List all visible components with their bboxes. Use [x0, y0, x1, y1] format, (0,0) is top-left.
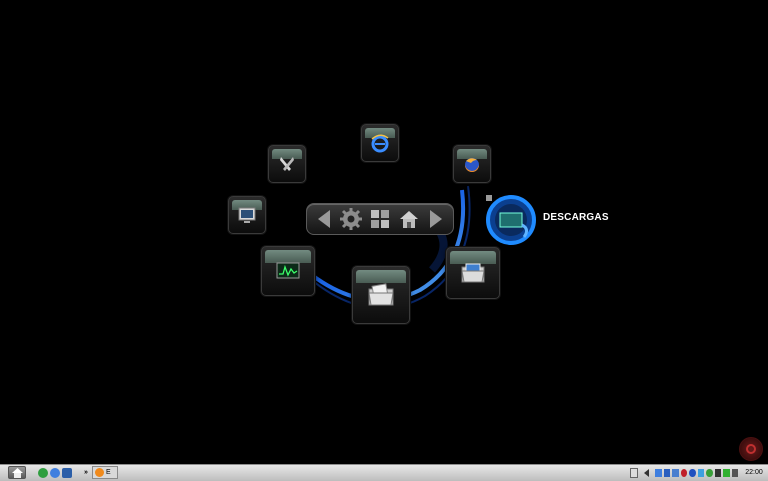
tools-tile[interactable] — [268, 145, 306, 183]
quick-launch-more[interactable]: » — [82, 466, 90, 479]
chrome-icon[interactable] — [50, 467, 60, 478]
green-icon[interactable] — [723, 468, 730, 477]
start-button[interactable] — [8, 466, 26, 479]
pictures-tile[interactable] — [446, 247, 500, 299]
task-button-firefox[interactable]: E — [92, 466, 118, 479]
calendar-icon[interactable] — [663, 468, 671, 477]
internet-explorer-tile[interactable] — [361, 124, 399, 162]
system-monitor-tile[interactable] — [261, 246, 315, 296]
arrow-left-icon[interactable] — [644, 468, 650, 477]
downloads-icon — [486, 195, 536, 245]
tools-icon — [280, 157, 294, 171]
computer-icon — [238, 207, 256, 223]
selected-item-label: DESCARGAS — [543, 212, 609, 223]
screen-icon[interactable] — [714, 468, 722, 477]
back-arrow-icon[interactable] — [315, 208, 333, 230]
taskbar: » E 22:00 — [0, 464, 768, 481]
desktop: DESCARGAS — [0, 0, 768, 464]
document-folder-icon — [368, 283, 394, 306]
messenger-icon[interactable] — [38, 467, 48, 478]
documents-tile[interactable] — [352, 266, 410, 324]
volume-icon[interactable] — [731, 468, 738, 477]
quick-launch — [38, 466, 78, 479]
power-button[interactable] — [739, 437, 763, 461]
forward-arrow-icon[interactable] — [427, 208, 445, 230]
system-tray — [630, 466, 738, 479]
messenger-icon[interactable] — [697, 468, 705, 477]
internet-explorer-icon — [371, 134, 389, 153]
firefox-tile[interactable] — [453, 145, 491, 183]
keyboard-icon[interactable] — [630, 467, 639, 478]
network-icon[interactable] — [655, 468, 662, 477]
power-icon — [746, 444, 756, 454]
my-computer-tile[interactable] — [228, 196, 266, 234]
windows-grid-icon[interactable] — [370, 209, 390, 229]
clock[interactable]: 22:00 — [742, 466, 766, 479]
home-icon[interactable] — [398, 208, 420, 230]
app-icon[interactable] — [62, 467, 72, 478]
firefox-icon — [95, 468, 104, 477]
task-button-label: E — [106, 469, 111, 476]
launcher-nav-bar — [306, 203, 454, 235]
settings-gear-icon[interactable] — [340, 208, 363, 230]
home-icon — [11, 467, 23, 478]
bluetooth-icon[interactable] — [689, 468, 696, 477]
antivirus-icon[interactable] — [680, 468, 688, 477]
firefox-icon — [465, 158, 479, 172]
picture-folder-icon — [461, 263, 485, 283]
downloads-tile[interactable] — [484, 193, 536, 245]
monitor-graph-icon — [276, 262, 300, 279]
monitor-icon[interactable] — [706, 468, 713, 477]
display-icon[interactable] — [672, 468, 679, 477]
